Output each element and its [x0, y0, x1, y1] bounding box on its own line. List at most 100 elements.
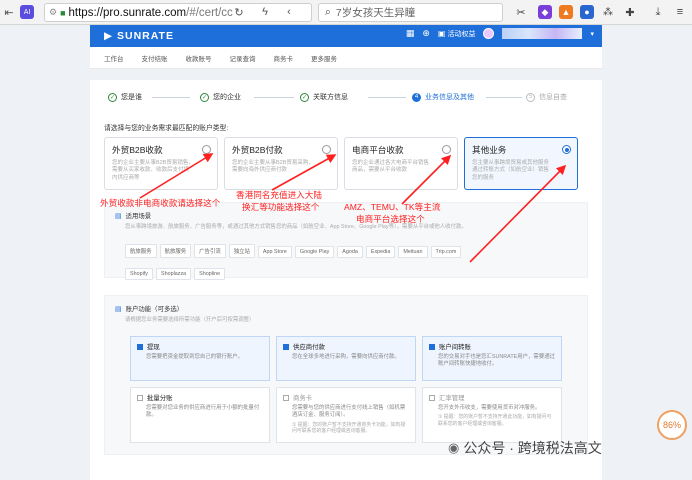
radio-button[interactable] — [442, 145, 451, 154]
scenario-tags: 航旅服务 航旅服务 广告引流 独立站 App Store Google Play Agoda… — [115, 240, 577, 284]
watermark: ◉ 公众号 · 跨境税法高文 — [448, 438, 602, 458]
function-title: 批量分账 — [147, 395, 173, 402]
step-number: 4 — [412, 92, 421, 102]
main-panel: ✓ 您是谁 ✓ 您的企业 ✓ 关联方信息 4 业务信息及其他 5 信息自查 请选… — [90, 80, 602, 480]
checkbox-checked[interactable] — [429, 343, 435, 350]
grid-extension-icon[interactable]: ⁂ — [601, 5, 615, 19]
checkbox[interactable] — [137, 394, 143, 401]
nav-receiving-accounts[interactable]: 收款账号 — [186, 53, 212, 63]
sidebar-toggle-icon[interactable]: ⇤ — [2, 5, 16, 19]
scenario-tag: App Store — [257, 246, 292, 258]
avatar[interactable] — [483, 28, 495, 39]
card-desc: 您的企业主要从事B2B贸易销售，需要从买家收款、收款后支付境内供应商等 — [112, 160, 194, 181]
lock-icon: ■ — [60, 7, 66, 18]
function-desc: 您的交易对手也是您汇SUNRATE用户，需要通过账户间转账快捷地收付。 — [438, 354, 555, 368]
function-title: 供应商付款 — [293, 344, 325, 351]
search-box[interactable]: ⌕ 7岁女孩天生异瞳 — [318, 3, 503, 22]
url-host: https://pro.sunrate.com — [68, 6, 187, 19]
account-type-b2b-pay[interactable]: 外贸B2B付款 您的企业主要从事B2B贸易采购，需要向海外供应商付款 — [224, 137, 338, 190]
fox-extension-icon[interactable]: ▲ — [559, 5, 573, 19]
function-desc: 您在全球多地进行采购，需要向供应商付款。 — [292, 354, 400, 360]
functions-desc: 请根据您业务需要选择所需功能（开户后可按需调整） — [125, 317, 255, 323]
functions-title: 账户功能（可多选） — [125, 306, 184, 313]
checkbox-disabled[interactable] — [283, 394, 289, 401]
function-desc: 您需要与您的供应商进行支付线上销售（如机票酒店订金、服务订阅）。 — [292, 405, 406, 419]
card-desc: 您主要从事跨境贸易或其他服务通过转账方式（如航空业）销售您的服务 — [472, 160, 550, 181]
function-account-transfer[interactable]: 账户间转账 您的交易对手也是您汇SUNRATE用户，需要通过账户间转账快捷地收付… — [422, 336, 562, 381]
scenario-tag: Shopline — [194, 268, 226, 280]
function-note: ① 提醒：您的账户暂不支持开通此功能，如有疑问可联系您的客户经理或咨询客服。 — [438, 415, 552, 427]
scenario-desc: 您从事跨境旅游、航旅服务、广告服务等，或通过其他方式销售您的商品（如航空业、Ap… — [125, 224, 467, 230]
back-icon[interactable]: ‹ — [282, 5, 296, 19]
download-icon[interactable]: ⤓ — [651, 5, 665, 19]
watermark-text: 公众号 · 跨境税法高文 — [463, 440, 602, 456]
function-title: 汇率管理 — [439, 395, 465, 402]
check-icon: ✓ — [200, 92, 209, 102]
calendar-icon[interactable]: ▦ — [406, 28, 415, 39]
scissors-icon[interactable]: ✂ — [514, 5, 528, 19]
scenario-tag: 航旅服务 — [159, 244, 192, 258]
radio-button[interactable] — [322, 145, 331, 154]
step-label: 关联方信息 — [313, 94, 348, 101]
function-title: 商务卡 — [293, 395, 313, 402]
chevron-down-icon[interactable]: ▾ — [590, 30, 594, 38]
function-supplier-payment[interactable]: 供应商付款 您在全球多地进行采购，需要向供应商付款。 — [276, 336, 416, 381]
step-label: 您的企业 — [213, 94, 241, 101]
nav-business-card[interactable]: 商务卡 — [274, 53, 294, 63]
function-business-card[interactable]: 商务卡 您需要与您的供应商进行支付线上销售（如机票酒店订金、服务订阅）。 ① 提… — [276, 387, 416, 443]
card-title: 其他业务 — [472, 145, 507, 155]
scenario-tag: Shoplazza — [155, 268, 192, 280]
account-type-other[interactable]: 其他业务 您主要从事跨境贸易或其他服务通过转账方式（如航空业）销售您的服务 — [464, 137, 578, 190]
step-1: ✓ 您是谁 — [108, 92, 142, 102]
function-note: ① 提醒：您的账户暂不支持开通商务卡功能，如有疑问可联系您的客户经理或咨询客服。 — [292, 422, 406, 434]
brand-logo[interactable]: ▶ SUNRATE — [104, 30, 174, 42]
scenario-icon: ▤ — [115, 212, 122, 220]
card-title: 外贸B2B付款 — [232, 145, 283, 155]
function-batch-split[interactable]: 批量分账 您需要对您业务的供应商进行用于小额的批量付款。 — [130, 387, 270, 443]
menu-icon[interactable]: ≡ — [673, 5, 687, 19]
function-desc: 您开支外币收支，需要使用货币对冲服务。 — [438, 405, 541, 411]
scenario-tag: Meituan — [398, 246, 428, 258]
search-icon: ⌕ — [325, 6, 331, 18]
check-icon: ✓ — [108, 92, 117, 102]
annotation-note-3-line1: AMZ、TEMU、TK等主流 — [344, 202, 441, 212]
account-type-ecommerce[interactable]: 电商平台收款 您的企业通过各大电商平台销售商品，需要从平台收款 — [344, 137, 458, 190]
scenario-tag: 独立站 — [228, 244, 255, 258]
activity-button[interactable]: ▣ 活动权益 — [438, 29, 476, 39]
scenario-tag: Shopify — [125, 268, 153, 280]
function-desc: 您需要对您业务的供应商进行用于小额的批量付款。 — [146, 405, 260, 419]
checkbox-checked[interactable] — [283, 343, 289, 350]
function-withdraw[interactable]: 提现 您需要把资金提取到您自己的银行账户。 — [130, 336, 270, 381]
function-title: 账户间转账 — [439, 344, 471, 351]
globe-icon[interactable]: ⊕ — [422, 28, 430, 39]
puzzle-icon[interactable]: ✚ — [623, 5, 637, 19]
search-text: 7岁女孩天生异瞳 — [335, 7, 416, 19]
extension-blue-icon[interactable]: ● — [580, 5, 594, 19]
annotation-note-2-line1: 香港同名充值进入大陆 — [236, 190, 322, 200]
card-title: 电商平台收款 — [352, 145, 404, 155]
nav-records[interactable]: 记录查询 — [230, 53, 256, 63]
scenario-title: 适用场景 — [125, 213, 152, 220]
function-fx-management[interactable]: 汇率管理 您开支外币收支，需要使用货币对冲服务。 ① 提醒：您的账户暂不支持开通… — [422, 387, 562, 443]
extension-purple-icon[interactable]: ◆ — [538, 5, 552, 19]
checkbox-disabled[interactable] — [429, 394, 435, 401]
reload-icon[interactable]: ↻ — [232, 5, 246, 19]
step-label: 信息自查 — [539, 94, 567, 101]
radio-button-selected[interactable] — [562, 145, 571, 154]
checkbox-checked[interactable] — [137, 343, 143, 350]
functions-icon: ▤ — [115, 305, 122, 313]
radio-button[interactable] — [202, 145, 211, 154]
ai-icon[interactable]: AI — [20, 5, 34, 19]
nav-payment[interactable]: 支付结账 — [142, 53, 168, 63]
step-number: 5 — [526, 92, 535, 102]
check-icon: ✓ — [300, 92, 309, 102]
browser-toolbar: ⇤ AI ⚙ ■ https://pro.sunrate.com/#/cert/… — [0, 0, 692, 25]
nav-more-services[interactable]: 更多服务 — [311, 53, 337, 63]
bolt-icon[interactable]: ϟ — [258, 5, 272, 19]
logo-text: SUNRATE — [117, 30, 174, 42]
step-4: 4 业务信息及其他 — [412, 92, 474, 102]
account-type-b2b-receive[interactable]: 外贸B2B收款 您的企业主要从事B2B贸易销售，需要从买家收款、收款后支付境内供… — [104, 137, 218, 190]
step-2: ✓ 您的企业 — [200, 92, 241, 102]
main-nav: 工作台 支付结账 收款账号 记录查询 商务卡 更多服务 — [90, 47, 602, 69]
nav-workbench[interactable]: 工作台 — [104, 53, 124, 63]
